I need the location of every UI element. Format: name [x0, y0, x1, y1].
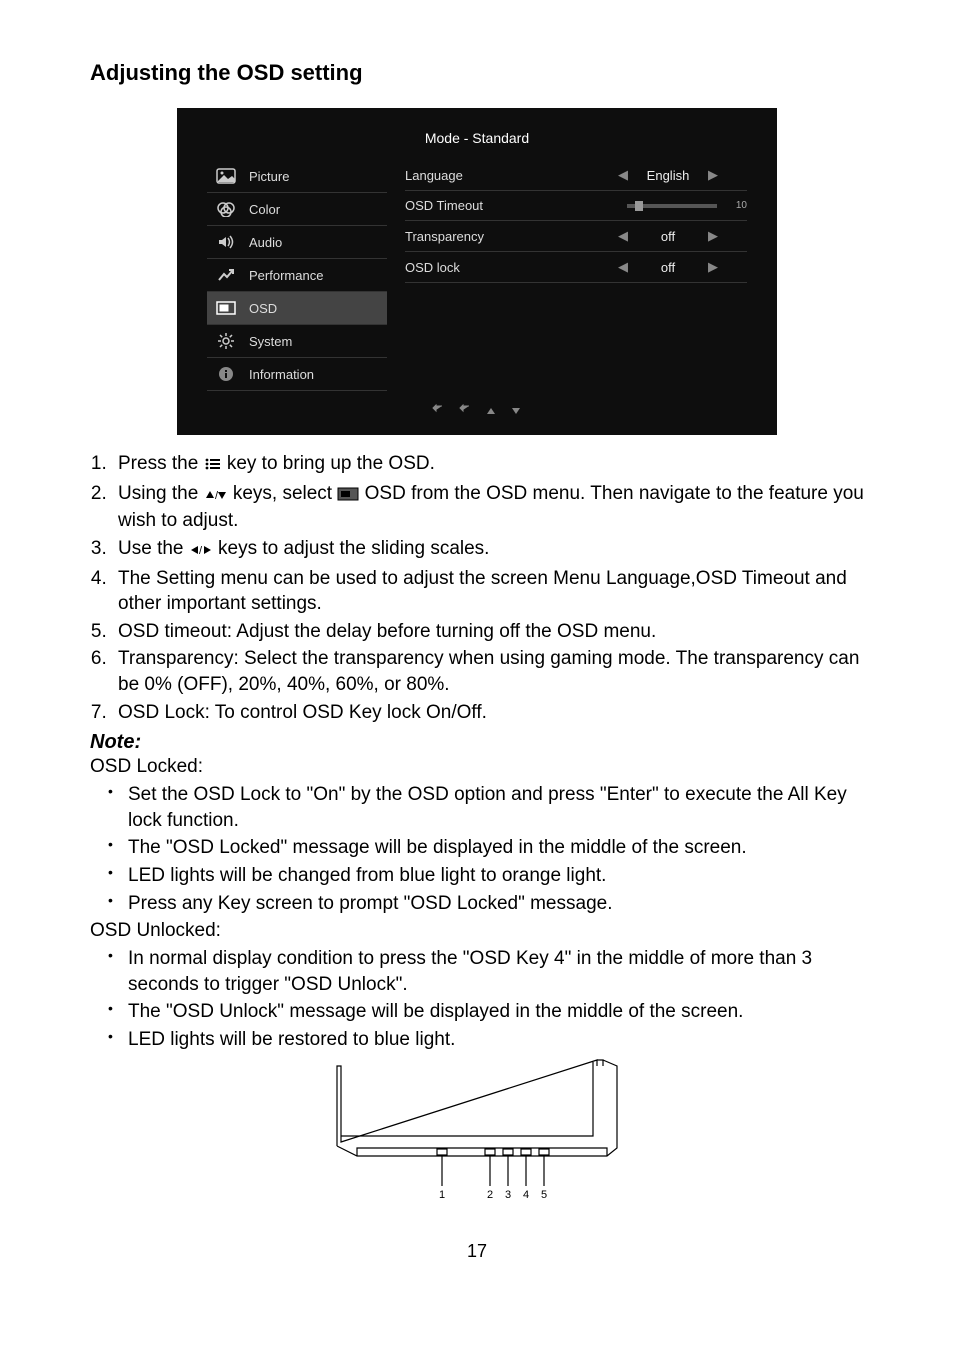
step-3: Use the / keys to adjust the sliding sca… — [112, 536, 864, 564]
osd-locked-heading: OSD Locked: — [90, 754, 864, 780]
right-arrow-icon[interactable]: ▶ — [703, 167, 723, 183]
sidebar-label: System — [249, 334, 292, 349]
system-icon — [213, 332, 239, 350]
list-item: LED lights will be restored to blue ligh… — [112, 1027, 864, 1053]
page-heading: Adjusting the OSD setting — [90, 60, 864, 86]
osd-setting-label: Language — [405, 168, 565, 183]
audio-icon — [213, 233, 239, 251]
back-icon — [432, 404, 446, 416]
timeout-slider[interactable] — [627, 204, 717, 208]
performance-icon — [213, 266, 239, 284]
osd-icon — [213, 299, 239, 317]
osd-title: Mode - Standard — [177, 108, 777, 160]
osd-footer-nav — [177, 391, 777, 435]
list-item: LED lights will be changed from blue lig… — [112, 863, 864, 889]
osd-row-language[interactable]: Language ◀ English ▶ — [405, 160, 747, 191]
sidebar-item-system[interactable]: System — [207, 325, 387, 358]
sidebar-label: Picture — [249, 169, 289, 184]
osd-sidebar: Picture Color Audio Perfor — [207, 160, 387, 391]
information-icon — [213, 365, 239, 383]
osd-setting-label: OSD lock — [405, 260, 565, 275]
svg-text:/: / — [199, 545, 203, 556]
sidebar-item-audio[interactable]: Audio — [207, 226, 387, 259]
list-item: The "OSD Locked" message will be display… — [112, 835, 864, 861]
sidebar-label: Performance — [249, 268, 323, 283]
right-arrow-icon[interactable]: ▶ — [703, 228, 723, 244]
sidebar-item-information[interactable]: Information — [207, 358, 387, 391]
sidebar-label: OSD — [249, 301, 277, 316]
osd-setting-value: off — [633, 229, 703, 244]
osd-row-timeout[interactable]: OSD Timeout 10 — [405, 191, 747, 221]
list-item: Press any Key screen to prompt "OSD Lock… — [112, 891, 864, 917]
step-7: OSD Lock: To control OSD Key lock On/Off… — [112, 700, 864, 726]
osd-settings: Language ◀ English ▶ OSD Timeout 10 Tran… — [387, 160, 747, 391]
step-4: The Setting menu can be used to adjust t… — [112, 566, 864, 617]
sidebar-item-color[interactable]: Color — [207, 193, 387, 226]
sidebar-item-picture[interactable]: Picture — [207, 160, 387, 193]
slider-knob[interactable] — [635, 201, 643, 211]
sidebar-label: Audio — [249, 235, 282, 250]
sidebar-label: Color — [249, 202, 280, 217]
button-label: 4 — [523, 1189, 529, 1201]
up-down-keys-icon: / — [204, 483, 228, 509]
step-5: OSD timeout: Adjust the delay before tur… — [112, 619, 864, 645]
note-heading: Note: — [90, 731, 864, 754]
sidebar-item-performance[interactable]: Performance — [207, 259, 387, 292]
osd-unlocked-list: In normal display condition to press the… — [112, 946, 864, 1053]
osd-select-icon — [337, 483, 359, 509]
step-2: Using the / keys, select OSD from the OS… — [112, 481, 864, 534]
osd-unlocked-heading: OSD Unlocked: — [90, 918, 864, 944]
osd-setting-label: Transparency — [405, 229, 565, 244]
sidebar-label: Information — [249, 367, 314, 382]
step-1: Press the key to bring up the OSD. — [112, 451, 864, 479]
enter-icon — [459, 404, 473, 416]
svg-text:/: / — [215, 490, 219, 501]
instruction-steps: Press the key to bring up the OSD. Using… — [112, 451, 864, 725]
menu-key-icon — [204, 453, 222, 479]
osd-row-transparency[interactable]: Transparency ◀ off ▶ — [405, 221, 747, 252]
left-arrow-icon[interactable]: ◀ — [613, 259, 633, 275]
button-label: 5 — [541, 1189, 547, 1201]
list-item: The "OSD Unlock" message will be display… — [112, 999, 864, 1025]
picture-icon — [213, 167, 239, 185]
up-icon — [485, 406, 497, 416]
osd-right-value: 10 — [723, 200, 747, 211]
list-item: In normal display condition to press the… — [112, 946, 864, 997]
osd-setting-label: OSD Timeout — [405, 198, 565, 213]
button-label: 2 — [487, 1189, 493, 1201]
page-number: 17 — [90, 1241, 864, 1262]
left-right-keys-icon: / — [189, 538, 213, 564]
osd-locked-list: Set the OSD Lock to "On" by the OSD opti… — [112, 782, 864, 916]
button-label: 1 — [439, 1189, 445, 1201]
osd-setting-value: off — [633, 260, 703, 275]
right-arrow-icon[interactable]: ▶ — [703, 259, 723, 275]
osd-setting-value: English — [633, 168, 703, 183]
left-arrow-icon[interactable]: ◀ — [613, 167, 633, 183]
left-arrow-icon[interactable]: ◀ — [613, 228, 633, 244]
osd-row-osdlock[interactable]: OSD lock ◀ off ▶ — [405, 252, 747, 283]
down-icon — [510, 406, 522, 416]
button-label: 3 — [505, 1189, 511, 1201]
color-icon — [213, 200, 239, 218]
osd-panel: Mode - Standard Picture Color — [177, 108, 777, 435]
sidebar-item-osd[interactable]: OSD — [207, 292, 387, 325]
list-item: Set the OSD Lock to "On" by the OSD opti… — [112, 782, 864, 833]
step-6: Transparency: Select the transparency wh… — [112, 646, 864, 697]
monitor-diagram: 1 2 3 4 5 — [90, 1056, 864, 1221]
